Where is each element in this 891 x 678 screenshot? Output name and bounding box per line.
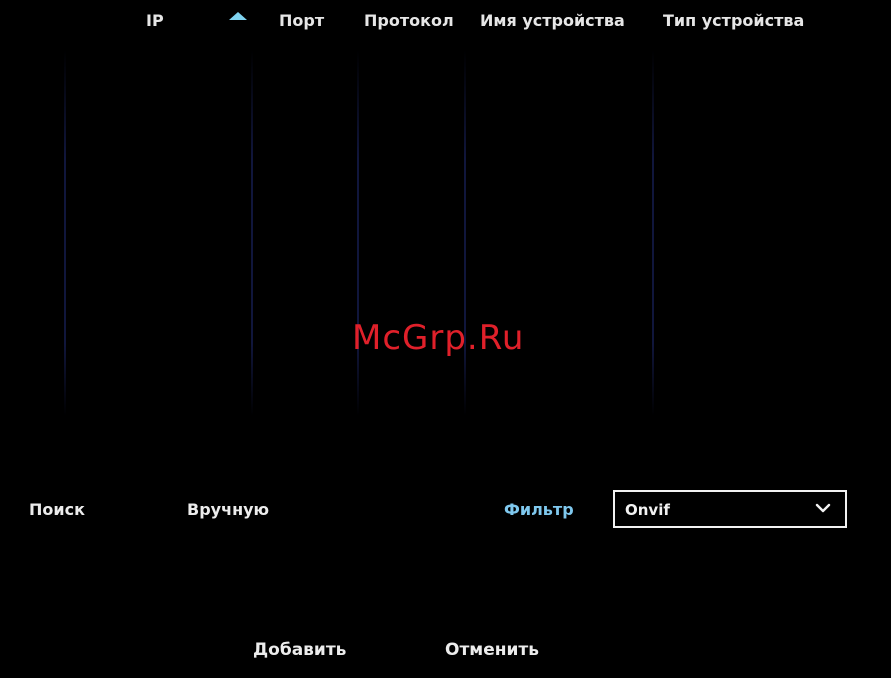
column-divider <box>464 50 466 416</box>
chevron-down-icon <box>815 503 831 513</box>
column-divider <box>652 50 654 416</box>
add-button[interactable]: Добавить <box>253 640 346 660</box>
manual-add-button[interactable]: Вручную <box>187 500 269 519</box>
search-button[interactable]: Поиск <box>29 500 85 519</box>
column-divider <box>357 50 359 416</box>
column-header-device-name[interactable]: Имя устройства <box>480 11 625 30</box>
filter-select-value: Onvif <box>625 501 670 519</box>
sort-ascending-icon[interactable] <box>229 12 247 20</box>
filter-select[interactable]: Onvif <box>613 490 847 528</box>
column-header-protocol[interactable]: Протокол <box>364 11 454 30</box>
column-header-port[interactable]: Порт <box>279 11 324 30</box>
device-list[interactable] <box>0 44 891 424</box>
column-divider <box>64 50 66 416</box>
table-header: IP Порт Протокол Имя устройства Тип устр… <box>0 0 891 44</box>
column-header-device-type[interactable]: Тип устройства <box>663 11 804 30</box>
column-divider <box>251 50 253 416</box>
column-header-ip[interactable]: IP <box>146 11 164 30</box>
filter-label: Фильтр <box>504 500 574 519</box>
watermark: McGrp.Ru <box>352 318 525 358</box>
cancel-button[interactable]: Отменить <box>445 640 539 660</box>
